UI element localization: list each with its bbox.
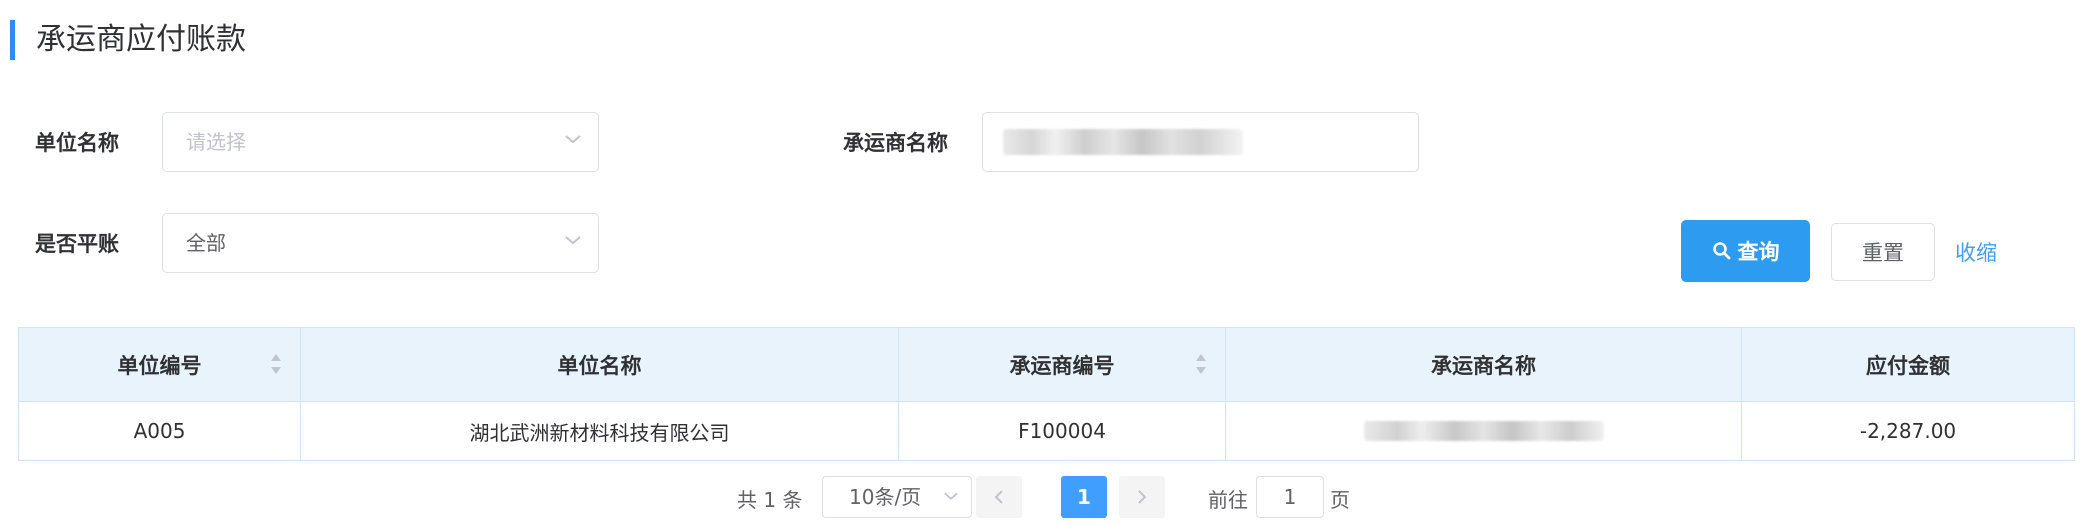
column-header-unit-code[interactable]: 单位编号: [19, 328, 301, 401]
carrier-name-label: 承运商名称: [843, 131, 948, 155]
unit-name-label: 单位名称: [35, 131, 119, 155]
search-button[interactable]: 查询: [1681, 220, 1810, 282]
search-icon: [1712, 242, 1730, 260]
chevron-down-icon: [565, 135, 581, 144]
payables-table: 单位编号 单位名称 承运商编号 承运商名称 应付金额 A005 湖北武洲新材料科…: [18, 327, 2075, 461]
sort-icon[interactable]: [1195, 350, 1207, 378]
collapse-link[interactable]: 收缩: [1955, 237, 1997, 267]
cell-amount: -2,287.00: [1859, 419, 1957, 443]
chevron-left-icon: [994, 490, 1003, 504]
page-title: 承运商应付账款: [36, 22, 246, 57]
carrier-name-redacted-value: [1363, 421, 1604, 441]
goto-label: 前往: [1208, 488, 1248, 512]
column-header-carrier-code[interactable]: 承运商编号: [899, 328, 1226, 401]
page-size-value: 10条/页: [849, 485, 922, 509]
column-header-unit-name: 单位名称: [301, 328, 899, 401]
chevron-right-icon: [1138, 490, 1147, 504]
prev-page-button[interactable]: [976, 476, 1022, 518]
page-size-select[interactable]: 10条/页: [822, 476, 972, 518]
carrier-name-input[interactable]: [982, 112, 1419, 172]
cell-unit-code: A005: [19, 402, 301, 460]
carrier-name-redacted-value: [1003, 129, 1243, 155]
balanced-label: 是否平账: [35, 232, 119, 256]
pagination-total: 共 1 条: [737, 488, 803, 512]
goto-page-input[interactable]: 1: [1256, 476, 1324, 518]
page-suffix-label: 页: [1330, 488, 1350, 512]
chevron-down-icon: [944, 492, 958, 500]
chevron-down-icon: [565, 236, 581, 245]
column-header-carrier-name: 承运商名称: [1226, 328, 1742, 401]
reset-button[interactable]: 重置: [1831, 223, 1935, 281]
cell-unit-name: 湖北武洲新材料科技有限公司: [301, 402, 899, 460]
cell-carrier-name: [1226, 402, 1742, 460]
unit-name-select[interactable]: 请选择: [162, 112, 599, 172]
search-button-label: 查询: [1737, 240, 1780, 264]
balanced-select[interactable]: 全部: [162, 213, 599, 273]
table-row[interactable]: A005 湖北武洲新材料科技有限公司 F100004 -2,287.00: [19, 402, 2074, 460]
table-header: 单位编号 单位名称 承运商编号 承运商名称 应付金额: [19, 328, 2074, 402]
cell-carrier-code: F100004: [899, 402, 1226, 460]
next-page-button[interactable]: [1119, 476, 1165, 518]
title-accent-bar: [10, 20, 15, 60]
unit-name-placeholder: 请选择: [186, 130, 246, 154]
balanced-value: 全部: [186, 231, 226, 255]
sort-icon[interactable]: [270, 350, 282, 378]
column-header-amount: 应付金额: [1866, 353, 1950, 378]
page-number-current[interactable]: 1: [1061, 476, 1107, 518]
